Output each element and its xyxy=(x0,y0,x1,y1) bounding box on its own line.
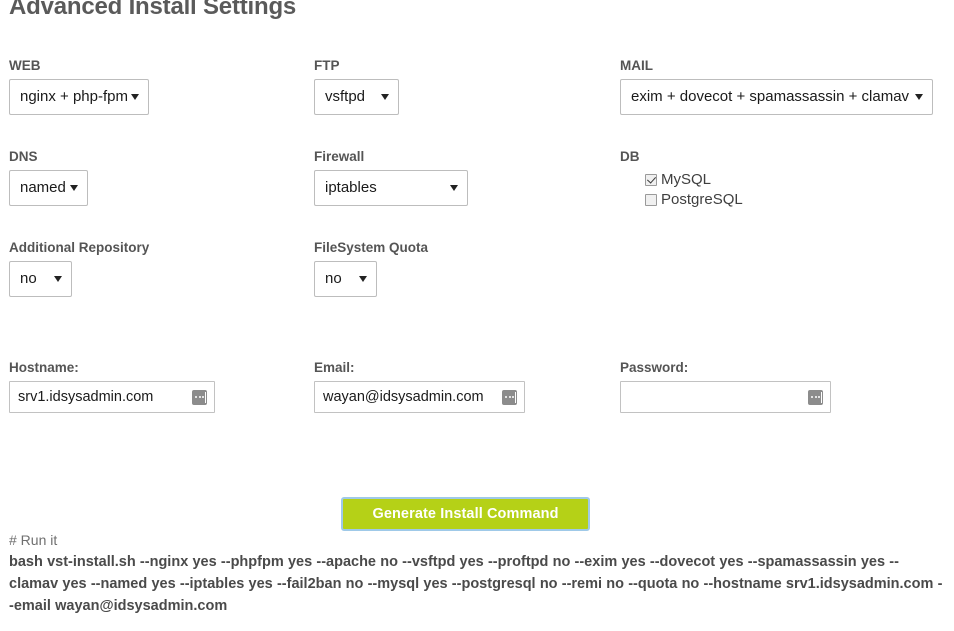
additional-repository-select-value: no xyxy=(20,270,37,287)
field-label-firewall: Firewall xyxy=(314,149,365,164)
autofill-icon[interactable] xyxy=(192,389,207,405)
autofill-icon[interactable] xyxy=(808,389,823,405)
field-additional-repository: Additional Repository no xyxy=(9,240,149,297)
advanced-install-settings-page: Advanced Install Settings WEB nginx + ph… xyxy=(0,0,954,631)
field-dns: DNS named xyxy=(9,149,88,206)
field-firewall: Firewall iptables xyxy=(314,149,468,206)
email-input-value: wayan@idsysadmin.com xyxy=(323,389,484,405)
email-input[interactable]: wayan@idsysadmin.com xyxy=(314,381,525,413)
db-option-label: MySQL xyxy=(661,171,712,188)
field-email: Email: wayan@idsysadmin.com xyxy=(314,360,525,413)
field-label-hostname: Hostname: xyxy=(9,360,79,375)
db-option-postgresql[interactable]: PostgreSQL xyxy=(645,190,743,210)
field-label-filesystem-quota: FileSystem Quota xyxy=(314,240,429,255)
field-password: Password: xyxy=(620,360,831,413)
db-checkbox-list: MySQL PostgreSQL xyxy=(645,170,743,210)
page-title: Advanced Install Settings xyxy=(9,0,297,20)
chevron-down-icon xyxy=(54,276,62,282)
checkbox-mysql[interactable] xyxy=(645,174,657,186)
mail-select-value: exim + dovecot + spamassassin + clamav xyxy=(631,88,910,105)
field-hostname: Hostname: srv1.idsysadmin.com xyxy=(9,360,215,413)
field-label-ftp: FTP xyxy=(314,58,340,73)
run-it-comment: # Run it xyxy=(9,532,58,548)
autofill-icon[interactable] xyxy=(502,389,517,405)
chevron-down-icon xyxy=(70,185,78,191)
hostname-input[interactable]: srv1.idsysadmin.com xyxy=(9,381,215,413)
chevron-down-icon xyxy=(359,276,367,282)
chevron-down-icon xyxy=(915,94,923,100)
field-label-db: DB xyxy=(620,149,640,164)
field-label-mail: MAIL xyxy=(620,58,653,73)
field-db: DB MySQL PostgreSQL xyxy=(620,149,743,210)
generated-command-text: bash vst-install.sh --nginx yes --phpfpm… xyxy=(9,554,943,614)
db-option-mysql[interactable]: MySQL xyxy=(645,170,743,190)
generate-install-command-button[interactable]: Generate Install Command xyxy=(341,497,590,531)
db-option-label: PostgreSQL xyxy=(661,191,743,208)
field-web: WEB nginx + php-fpm xyxy=(9,58,149,115)
web-select-value: nginx + php-fpm xyxy=(20,88,128,105)
checkbox-postgresql[interactable] xyxy=(645,194,657,206)
dns-select[interactable]: named xyxy=(9,170,88,206)
chevron-down-icon xyxy=(381,94,389,100)
field-label-dns: DNS xyxy=(9,149,38,164)
password-input[interactable] xyxy=(620,381,831,413)
web-select[interactable]: nginx + php-fpm xyxy=(9,79,149,115)
field-label-password: Password: xyxy=(620,360,689,375)
field-label-additional-repository: Additional Repository xyxy=(9,240,150,255)
field-mail: MAIL exim + dovecot + spamassassin + cla… xyxy=(620,58,933,115)
field-ftp: FTP vsftpd xyxy=(314,58,399,115)
ftp-select-value: vsftpd xyxy=(325,88,366,105)
filesystem-quota-select-value: no xyxy=(325,270,342,287)
filesystem-quota-select[interactable]: no xyxy=(314,261,377,297)
field-label-email: Email: xyxy=(314,360,355,375)
additional-repository-select[interactable]: no xyxy=(9,261,72,297)
mail-select[interactable]: exim + dovecot + spamassassin + clamav xyxy=(620,79,933,115)
field-label-web: WEB xyxy=(9,58,41,73)
hostname-input-value: srv1.idsysadmin.com xyxy=(18,389,154,405)
chevron-down-icon xyxy=(450,185,458,191)
firewall-select-value: iptables xyxy=(325,179,377,196)
ftp-select[interactable]: vsftpd xyxy=(314,79,399,115)
dns-select-value: named xyxy=(20,179,66,196)
chevron-down-icon xyxy=(131,94,139,100)
field-filesystem-quota: FileSystem Quota no xyxy=(314,240,428,297)
firewall-select[interactable]: iptables xyxy=(314,170,468,206)
